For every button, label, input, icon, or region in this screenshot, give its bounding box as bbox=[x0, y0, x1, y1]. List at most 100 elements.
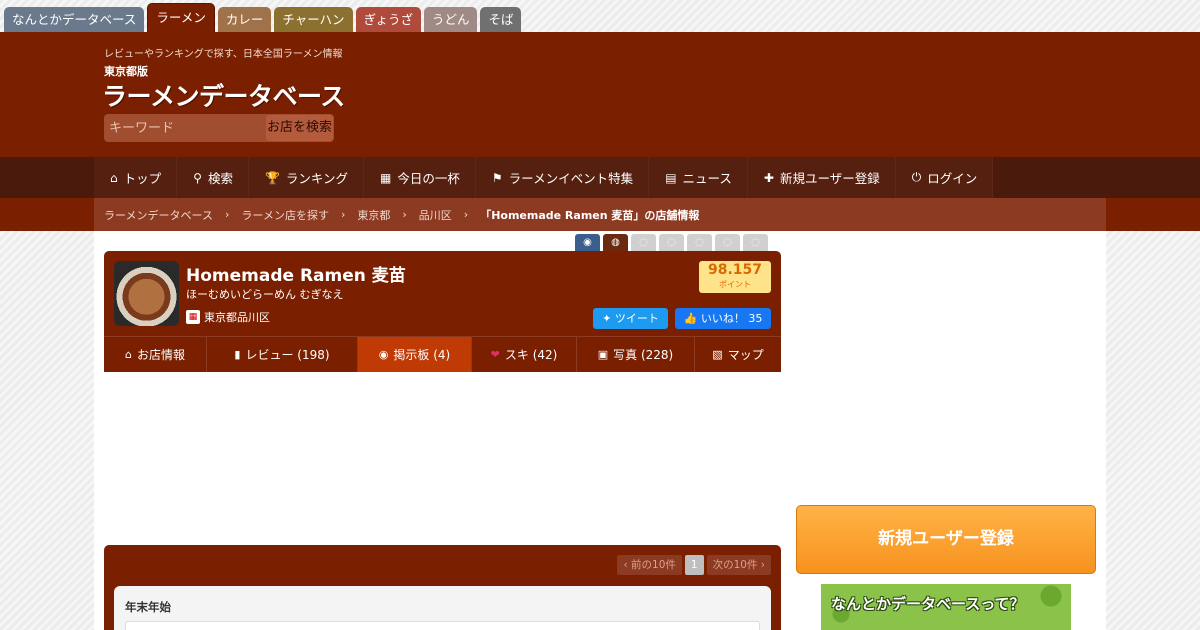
twitter-icon: ✦ bbox=[602, 312, 615, 325]
site-tab-chahan[interactable]: チャーハン bbox=[274, 7, 353, 32]
like-button[interactable]: 👍 いいね！ 35 bbox=[675, 308, 771, 329]
post-body bbox=[125, 621, 760, 630]
building-icon: ▦ bbox=[186, 310, 200, 324]
tab-photos[interactable]: ▣ 写真 (228) bbox=[577, 337, 695, 372]
calendar-icon: ▦ bbox=[380, 170, 392, 185]
nav-news[interactable]: ▤ ニュース bbox=[649, 157, 748, 198]
home-icon: ⌂ bbox=[110, 170, 118, 185]
site-tab-soba[interactable]: そば bbox=[480, 7, 522, 32]
site-tabs: なんとかデータベース ラーメン カレー チャーハン ぎょうざ うどん そば bbox=[4, 3, 522, 32]
next-page-button[interactable]: 次の10件 › bbox=[706, 555, 771, 575]
nav-search[interactable]: ⚲ 検索 bbox=[177, 157, 249, 198]
nav-label: 新規ユーザー登録 bbox=[779, 171, 880, 186]
nav-label: ニュース bbox=[682, 171, 732, 186]
ramen-bowl-icon: ◍ bbox=[603, 234, 628, 252]
chevron-right-icon: › bbox=[225, 208, 230, 221]
tab-label: レビュー (198) bbox=[245, 348, 330, 362]
nav-label: ログイン bbox=[927, 171, 978, 186]
thumbs-up-icon: 👍 bbox=[683, 312, 701, 325]
tweet-button[interactable]: ✦ ツイート bbox=[593, 308, 668, 329]
site-tab-curry[interactable]: カレー bbox=[217, 7, 272, 32]
tab-label: お店情報 bbox=[136, 348, 185, 362]
speech-bubble-icon: ◉ bbox=[378, 348, 389, 361]
clipboard-icon: ▮ bbox=[234, 348, 241, 361]
breadcrumb: ラーメンデータベース › ラーメン店を探す › 東京都 › 品川区 › 「Homemad… bbox=[94, 198, 1106, 231]
message-board: ‹ 前の10件 1 次の10件 › 年末年始 bbox=[104, 545, 781, 630]
tweet-label: ツイート bbox=[614, 312, 659, 325]
badge-icon: ◌ bbox=[743, 234, 768, 252]
chevron-right-icon: › bbox=[340, 208, 346, 221]
nav-events[interactable]: ⚑ ラーメンイベント特集 bbox=[475, 157, 650, 198]
user-plus-icon: ✚ bbox=[763, 170, 774, 185]
badge-icon: ◌ bbox=[687, 234, 712, 252]
promo-banner[interactable]: なんとかデータベースって？ bbox=[821, 584, 1071, 630]
tab-reviews[interactable]: ▮ レビュー (198) bbox=[207, 337, 358, 372]
nav-label: ラーメンイベント特集 bbox=[508, 171, 634, 186]
tab-label: 写真 (228) bbox=[613, 348, 674, 362]
search-box: お店を検索 bbox=[104, 114, 334, 142]
post-title[interactable]: 年末年始 bbox=[125, 599, 171, 615]
promo-text: なんとかデータベースって？ bbox=[831, 595, 1025, 613]
heart-icon: ❤ bbox=[490, 348, 500, 361]
nav-label: 今日の一杯 bbox=[397, 171, 460, 186]
board-post: 年末年始 bbox=[114, 586, 771, 630]
shop-kana: ほーむめいどらーめん むぎなえ bbox=[186, 288, 344, 301]
like-label: いいね！ 35 bbox=[700, 312, 763, 325]
shop-location[interactable]: ▦ 東京都品川区 bbox=[186, 309, 270, 325]
site-tab-ramen[interactable]: ラーメン bbox=[147, 3, 215, 32]
breadcrumb-item[interactable]: ラーメン店を探す bbox=[241, 207, 329, 223]
chevron-left-icon: ‹ bbox=[623, 559, 632, 571]
breadcrumb-bar: ラーメンデータベース › ラーメン店を探す › 東京都 › 品川区 › 「Homemad… bbox=[0, 198, 1200, 231]
site-header: レビューやランキングで探す、日本全国ラーメン情報 東京都版 ラーメンデータベース… bbox=[0, 32, 1200, 157]
shop-badges: ◉ ◍ ◌ ◌ ◌ ◌ ◌ bbox=[575, 234, 768, 252]
tab-label: スキ (42) bbox=[504, 348, 558, 362]
nav-login[interactable]: ⏻ ログイン bbox=[895, 157, 994, 198]
pagination: ‹ 前の10件 1 次の10件 › bbox=[617, 555, 771, 575]
nav-today[interactable]: ▦ 今日の一杯 bbox=[364, 157, 476, 198]
site-logo[interactable]: ラーメンデータベース bbox=[102, 77, 345, 113]
shop-tabs: ⌂ お店情報 ▮ レビュー (198) ◉ 掲示板 (4) ❤ スキ (42) ▣ 写真 … bbox=[104, 336, 781, 372]
chevron-right-icon: › bbox=[402, 208, 407, 221]
tagline: レビューやランキングで探す、日本全国ラーメン情報 bbox=[104, 49, 343, 60]
map-icon: ▧ bbox=[712, 348, 723, 361]
register-button[interactable]: 新規ユーザー登録 bbox=[796, 505, 1096, 574]
nav-register[interactable]: ✚ 新規ユーザー登録 bbox=[747, 157, 896, 198]
shop-card: Homemade Ramen 麦苗 ほーむめいどらーめん むぎなえ ▦ 東京都品… bbox=[104, 251, 781, 372]
prev-page-label: 前の10件 bbox=[631, 559, 676, 571]
tab-map[interactable]: ▧ マップ bbox=[695, 337, 781, 372]
trophy-icon: 🏆 bbox=[264, 170, 280, 185]
points-value: 98.157 bbox=[707, 262, 763, 278]
tab-board[interactable]: ◉ 掲示板 (4) bbox=[358, 337, 472, 372]
chevron-right-icon: › bbox=[463, 208, 469, 221]
shop-icon: ⌂ bbox=[125, 348, 132, 361]
nav-label: トップ bbox=[123, 171, 162, 186]
shop-location-label: 東京都品川区 bbox=[204, 311, 270, 324]
tab-likes[interactable]: ❤ スキ (42) bbox=[472, 337, 577, 372]
news-icon: ▤ bbox=[665, 170, 677, 185]
nav-ranking[interactable]: 🏆 ランキング bbox=[248, 157, 365, 198]
site-tab-udon[interactable]: うどん bbox=[423, 7, 478, 32]
site-tab-nantoka[interactable]: なんとかデータベース bbox=[4, 7, 145, 32]
badge-icon: ◌ bbox=[715, 234, 740, 252]
power-icon: ⏻ bbox=[911, 170, 922, 184]
next-page-label: 次の10件 bbox=[712, 559, 758, 571]
points-badge: 98.157 ポイント bbox=[699, 261, 771, 293]
search-input[interactable] bbox=[104, 114, 266, 142]
prev-page-button[interactable]: ‹ 前の10件 bbox=[617, 555, 682, 575]
tab-shop-info[interactable]: ⌂ お店情報 bbox=[104, 337, 207, 372]
breadcrumb-item[interactable]: 東京都 bbox=[357, 207, 390, 223]
breadcrumb-item[interactable]: 品川区 bbox=[419, 207, 452, 223]
plate-icon: ◉ bbox=[575, 234, 600, 252]
site-tab-gyoza[interactable]: ぎょうざ bbox=[355, 7, 421, 32]
points-unit: ポイント bbox=[719, 280, 751, 289]
shop-name: Homemade Ramen 麦苗 bbox=[186, 266, 406, 286]
shop-thumbnail[interactable] bbox=[114, 261, 179, 326]
breadcrumb-current: 「Homemade Ramen 麦苗」の店舗情報 bbox=[480, 208, 700, 222]
breadcrumb-item[interactable]: ラーメンデータベース bbox=[104, 207, 213, 223]
camera-icon: ▣ bbox=[597, 348, 609, 361]
nav-top[interactable]: ⌂ トップ bbox=[94, 157, 178, 198]
tab-label: マップ bbox=[727, 348, 764, 362]
badge-icon: ◌ bbox=[659, 234, 684, 252]
search-button[interactable]: お店を検索 bbox=[266, 115, 333, 141]
tab-label: 掲示板 (4) bbox=[393, 348, 451, 362]
